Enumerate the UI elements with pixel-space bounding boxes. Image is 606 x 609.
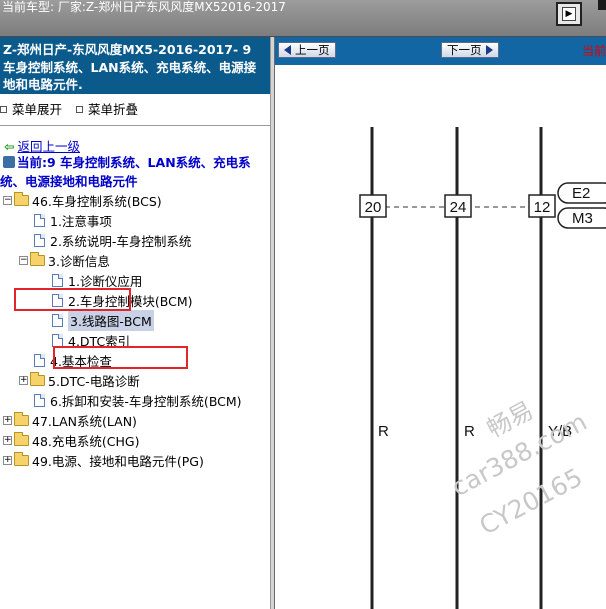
document-icon (52, 333, 63, 347)
prev-page-label: 上一页 (295, 43, 330, 57)
pin-number: 20 (365, 199, 382, 216)
document-icon (34, 233, 45, 247)
pin-number: 24 (450, 199, 467, 216)
back-arrow-icon: ⇦ (4, 139, 15, 154)
tree-item-label: 1.注意事项 (50, 213, 112, 229)
document-icon (52, 313, 63, 327)
tree-item-scanner-usage[interactable]: 1.诊断仪应用 (52, 270, 142, 290)
folder-closed-icon (14, 431, 29, 446)
document-icon (34, 393, 45, 407)
current-vehicle-text: 当前车型: 厂家:Z-郑州日产东风风度MX52016-2017 (2, 0, 286, 14)
page-forward-icon: ▶ (562, 7, 576, 21)
left-panel: Z-郑州日产-东风风度MX5-2016-2017- 9 车身控制系统、LAN系统… (0, 37, 270, 609)
highlight-box-diagnosis (14, 288, 131, 311)
current-location: 当前:9 车身控制系统、LAN系统、充电系统、电源接地和电路元件 (0, 153, 270, 191)
tree-item-system-description[interactable]: 2.系统说明-车身控制系统 (34, 230, 191, 250)
tree-item-removal-installation[interactable]: 6.拆卸和安装-车身控制系统(BCM) (34, 390, 242, 410)
tree-item-pg[interactable]: + 49.电源、接地和电路元件(PG) (3, 450, 204, 470)
tree-item-label: 6.拆卸和安装-车身控制系统(BCM) (50, 393, 242, 409)
tree-item-label: 47.LAN系统(LAN) (32, 413, 137, 429)
arrow-left-icon (284, 45, 291, 55)
tree-item-precautions[interactable]: 1.注意事项 (34, 210, 112, 230)
folder-closed-icon (14, 451, 29, 466)
folder-open-icon (14, 191, 29, 206)
folder-closed-icon (30, 371, 45, 386)
tree-item-chg[interactable]: + 48.充电系统(CHG) (3, 430, 139, 450)
menu-operations: 菜单展开 菜单折叠 (0, 99, 270, 118)
tree-item-dtc-circuit[interactable]: + 5.DTC-电路诊断 (19, 370, 140, 390)
pin-number: 12 (534, 199, 551, 216)
menu-collapse-label: 菜单折叠 (88, 102, 139, 117)
section-header: Z-郑州日产-东风风度MX5-2016-2017- 9 车身控制系统、LAN系统… (0, 37, 270, 94)
tree-item-label: 49.电源、接地和电路元件(PG) (32, 453, 204, 469)
connector-label: E2 (572, 185, 590, 202)
menu-expand-button[interactable]: 菜单展开 (0, 102, 62, 117)
expand-icon (0, 106, 7, 113)
menu-expand-label: 菜单展开 (12, 102, 63, 117)
connector-label: M3 (572, 210, 593, 227)
expand-toggle-icon[interactable]: + (19, 375, 28, 385)
tree-item-label: 5.DTC-电路诊断 (48, 373, 140, 389)
document-icon (34, 213, 45, 227)
right-panel: 上一页 下一页 当前 20 24 12 E2 M3 R R Y/B 畅易 car… (275, 37, 606, 609)
divider (0, 125, 270, 126)
tree-item-label-selected: 3.线路图-BCM (68, 309, 154, 331)
folder-closed-icon (14, 411, 29, 426)
document-icon (52, 273, 63, 287)
current-location-label: 当前:9 车身控制系统、LAN系统、充电系统、电源接地和电路元件 (0, 155, 251, 189)
tree-item-label: 46.车身控制系统(BCS) (32, 193, 162, 209)
menu-collapse-button[interactable]: 菜单折叠 (76, 102, 138, 117)
tree-item-label: 48.充电系统(CHG) (32, 433, 140, 449)
tree-item-label: 2.系统说明-车身控制系统 (50, 233, 192, 249)
next-page-label: 下一页 (447, 43, 482, 57)
window-edge (598, 0, 606, 10)
current-page-text: 当前 (581, 44, 606, 58)
collapse-icon (76, 106, 83, 113)
wire-color-label: R (464, 423, 475, 440)
page-toolbar: 上一页 下一页 当前 (275, 37, 606, 65)
tree-item-lan[interactable]: + 47.LAN系统(LAN) (3, 410, 137, 430)
next-page-button[interactable]: 下一页 (441, 42, 499, 58)
monitor-icon (3, 156, 15, 168)
tree-item-diagnosis-info[interactable]: − 3.诊断信息 (19, 250, 110, 270)
prev-page-button[interactable]: 上一页 (278, 42, 336, 58)
wiring-diagram: 20 24 12 E2 M3 R R Y/B 畅易 car388.com CY2… (275, 65, 606, 609)
expand-toggle-icon[interactable]: + (3, 435, 12, 445)
page-forward-button[interactable]: ▶ (556, 2, 582, 26)
arrow-right-icon (485, 45, 493, 55)
folder-open-icon (30, 251, 45, 266)
document-icon (34, 353, 45, 367)
expand-toggle-icon[interactable]: + (3, 455, 12, 465)
collapse-toggle-icon[interactable]: − (19, 255, 28, 265)
highlight-box-wiring (53, 346, 188, 369)
tree-item-wiring-diagram-bcm[interactable]: 3.线路图-BCM (52, 309, 154, 331)
tree-item-bcs[interactable]: − 46.车身控制系统(BCS) (3, 190, 162, 210)
wiring-diagram-svg: 20 24 12 E2 M3 R R Y/B (359, 127, 606, 609)
tree-item-label: 3.诊断信息 (48, 253, 110, 269)
top-bar: 当前车型: 厂家:Z-郑州日产东风风度MX52016-2017 ▶ (0, 0, 606, 37)
tree-item-label: 1.诊断仪应用 (68, 273, 143, 289)
wire-color-label: R (378, 423, 389, 440)
back-link-label: 返回上一级 (17, 139, 80, 154)
expand-toggle-icon[interactable]: + (3, 415, 12, 425)
collapse-toggle-icon[interactable]: − (3, 195, 12, 205)
